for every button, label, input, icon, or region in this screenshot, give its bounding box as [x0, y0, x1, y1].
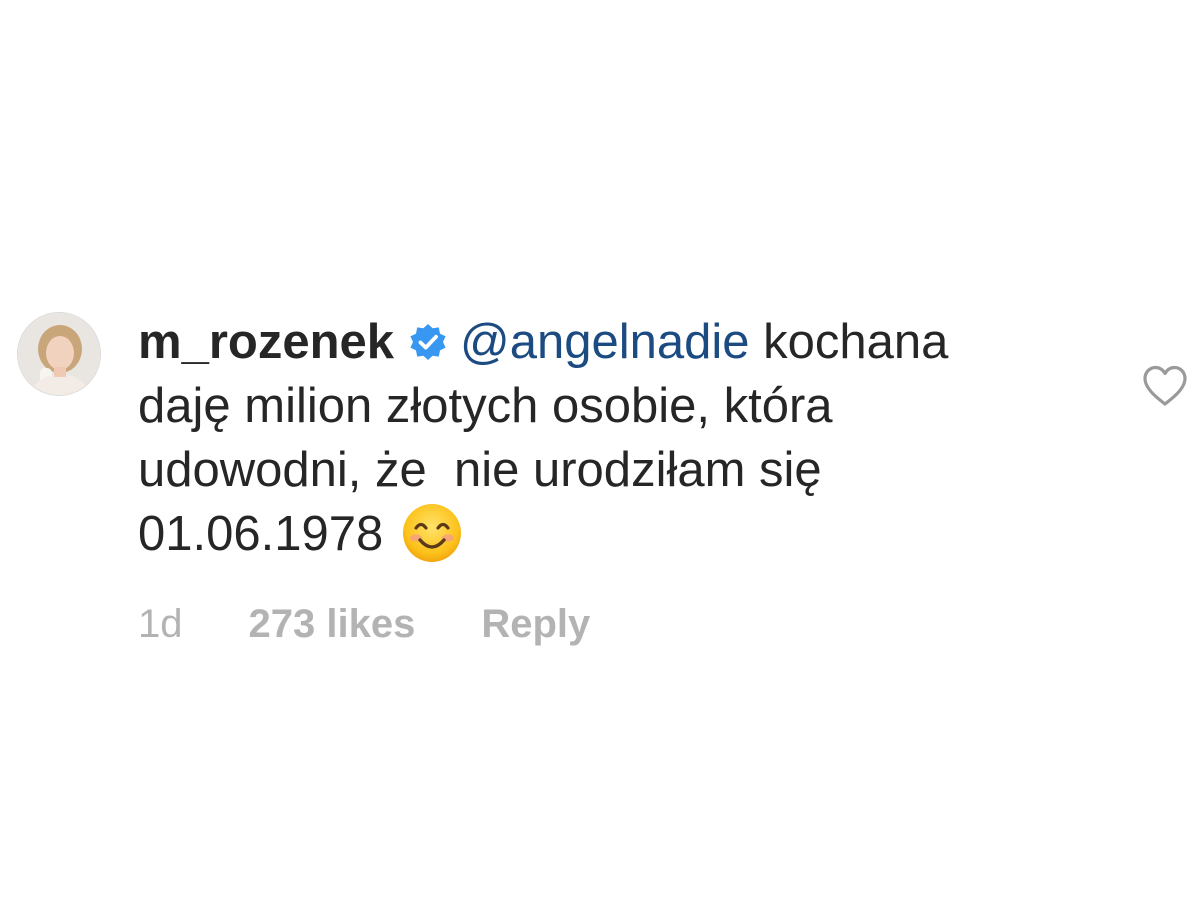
verified-badge-icon	[410, 324, 446, 360]
like-button[interactable]	[1141, 364, 1189, 408]
comment-body: m_rozenek @angelnadie kochana daję milio…	[138, 310, 1098, 566]
smiling-face-emoji-icon	[403, 504, 462, 562]
comment-mention[interactable]: @angelnadie	[460, 315, 750, 369]
heart-outline-icon	[1143, 365, 1187, 406]
comment-line-2: daję milion złotych osobie, która	[138, 374, 1098, 438]
comment-text-line-4: 01.06.1978	[138, 507, 384, 561]
comment-timestamp: 1d	[138, 602, 183, 646]
avatar[interactable]	[17, 312, 101, 396]
comment-text-line-1: kochana	[749, 315, 949, 369]
comment: m_rozenek @angelnadie kochana daję milio…	[0, 0, 1200, 900]
comment-username[interactable]: m_rozenek	[138, 315, 394, 369]
likes-count-link[interactable]: 273 likes	[249, 602, 416, 646]
reply-button[interactable]: Reply	[481, 602, 590, 646]
page: m_rozenek @angelnadie kochana daję milio…	[0, 0, 1200, 900]
comment-meta: 1d 273 likes Reply	[138, 598, 590, 650]
comment-text-line-3: udowodni, że nie urodziłam się	[138, 443, 822, 497]
avatar-image	[18, 313, 100, 395]
comment-text-line-2: daję milion złotych osobie, która	[138, 379, 833, 433]
comment-line-4: 01.06.1978	[138, 502, 1098, 566]
comment-line-3: udowodni, że nie urodziłam się	[138, 438, 1098, 502]
comment-line-1: m_rozenek @angelnadie kochana	[138, 310, 1098, 374]
